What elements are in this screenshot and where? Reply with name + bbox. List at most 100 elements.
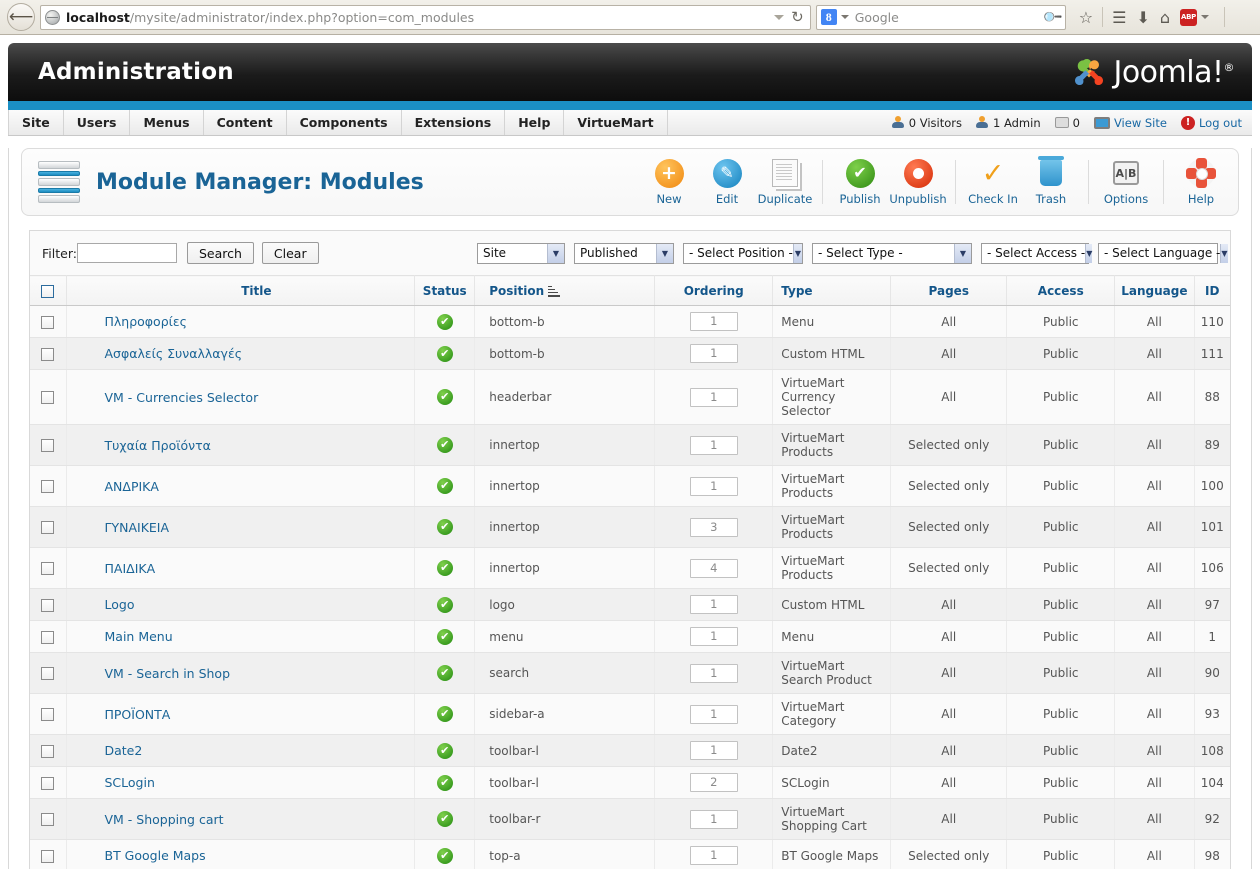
ordering-input[interactable]: 3 bbox=[689, 517, 738, 537]
row-checkbox[interactable] bbox=[41, 598, 55, 612]
row-checkbox[interactable] bbox=[41, 849, 55, 863]
published-status-icon[interactable] bbox=[436, 847, 453, 864]
module-title-link[interactable]: VM - Shopping cart bbox=[105, 812, 224, 827]
module-title-link[interactable]: VM - Currencies Selector bbox=[105, 390, 259, 405]
state-select[interactable]: Published ▼ bbox=[574, 242, 674, 264]
edit-button[interactable]: ✎ Edit bbox=[698, 158, 756, 206]
column-header-language[interactable]: Language bbox=[1114, 275, 1195, 306]
search-input[interactable] bbox=[76, 243, 177, 263]
chevron-down-icon[interactable]: ▼ bbox=[954, 243, 971, 263]
logout-label[interactable]: Log out bbox=[1199, 116, 1242, 130]
module-title-link[interactable]: Τυχαία Προϊόντα bbox=[105, 438, 211, 453]
adblock-chevron-icon[interactable] bbox=[1201, 15, 1209, 19]
client-select[interactable]: Site ▼ bbox=[477, 242, 565, 264]
search-bar[interactable]: 8 Google 🔍 bbox=[815, 4, 1066, 30]
row-checkbox[interactable] bbox=[41, 521, 55, 534]
chevron-down-icon[interactable]: ▼ bbox=[547, 243, 564, 263]
ordering-input[interactable]: 1 bbox=[689, 387, 738, 407]
published-status-icon[interactable] bbox=[436, 664, 453, 681]
published-status-icon[interactable] bbox=[436, 705, 453, 722]
module-title-link[interactable]: Date2 bbox=[105, 743, 143, 758]
row-checkbox[interactable] bbox=[41, 347, 55, 361]
module-title-link[interactable]: Main Menu bbox=[105, 629, 173, 644]
ordering-input[interactable]: 1 bbox=[689, 809, 738, 829]
row-checkbox[interactable] bbox=[41, 480, 55, 493]
row-checkbox[interactable] bbox=[41, 708, 55, 721]
row-checkbox[interactable] bbox=[41, 813, 55, 826]
column-header-pages[interactable]: Pages bbox=[890, 275, 1008, 306]
published-status-icon[interactable] bbox=[436, 388, 453, 405]
published-status-icon[interactable] bbox=[436, 628, 453, 645]
ordering-input[interactable]: 1 bbox=[689, 595, 738, 614]
row-checkbox[interactable] bbox=[41, 630, 55, 644]
menu-item-virtuemart[interactable]: VirtueMart bbox=[564, 110, 668, 135]
module-title-link[interactable]: SCLogin bbox=[105, 775, 155, 790]
ordering-input[interactable]: 1 bbox=[689, 476, 738, 496]
published-status-icon[interactable] bbox=[436, 559, 453, 576]
options-button[interactable]: A|B Options bbox=[1097, 158, 1155, 206]
logout-link[interactable]: ! Log out bbox=[1180, 115, 1242, 130]
search-button[interactable]: Search bbox=[186, 242, 254, 264]
position-select[interactable]: - Select Position - ▼ bbox=[683, 242, 803, 264]
row-checkbox[interactable] bbox=[41, 667, 55, 680]
module-title-link[interactable]: Ασφαλείς Συναλλαγές bbox=[105, 346, 243, 361]
ordering-input[interactable]: 1 bbox=[689, 704, 738, 724]
menu-item-extensions[interactable]: Extensions bbox=[402, 110, 506, 135]
published-status-icon[interactable] bbox=[436, 477, 453, 494]
published-status-icon[interactable] bbox=[436, 596, 453, 613]
menu-hamburger-icon[interactable] bbox=[1234, 10, 1251, 24]
clear-button[interactable]: Clear bbox=[261, 242, 319, 264]
menu-item-menus[interactable]: Menus bbox=[130, 110, 204, 135]
back-arrow-icon[interactable]: ⟵ bbox=[7, 3, 35, 31]
new-button[interactable]: + New bbox=[640, 158, 698, 206]
reader-list-icon[interactable]: ☰ bbox=[1112, 8, 1126, 27]
menu-item-content[interactable]: Content bbox=[204, 110, 287, 135]
chevron-down-icon[interactable]: ▼ bbox=[656, 243, 673, 263]
check-in-button[interactable]: ✓ Check In bbox=[964, 158, 1022, 207]
ordering-input[interactable]: 1 bbox=[689, 344, 738, 363]
messages-status[interactable]: 0 bbox=[1054, 116, 1080, 130]
row-checkbox[interactable] bbox=[41, 439, 55, 452]
module-title-link[interactable]: ΠΑΙΔΙΚΑ bbox=[105, 561, 156, 576]
published-status-icon[interactable] bbox=[436, 313, 453, 330]
ordering-input[interactable]: 1 bbox=[689, 435, 738, 455]
type-select[interactable]: - Select Type - ▼ bbox=[812, 242, 972, 264]
column-header-type[interactable]: Type bbox=[772, 275, 892, 306]
search-engine-chevron-icon[interactable] bbox=[840, 15, 849, 19]
view-site-label[interactable]: View Site bbox=[1114, 116, 1167, 130]
chevron-down-icon[interactable] bbox=[774, 14, 785, 20]
reload-icon[interactable]: ↻ bbox=[791, 8, 804, 26]
menu-item-site[interactable]: Site bbox=[8, 110, 64, 135]
publish-button[interactable]: ✔ Publish bbox=[831, 158, 889, 206]
search-icon[interactable]: 🔍 bbox=[1042, 6, 1064, 28]
duplicate-button[interactable]: Duplicate bbox=[756, 158, 814, 206]
column-header-title[interactable]: Title bbox=[66, 275, 416, 306]
access-select[interactable]: - Select Access - ▼ bbox=[981, 242, 1093, 264]
module-title-link[interactable]: ΠΡΟΪΟΝΤΑ bbox=[105, 707, 171, 722]
ordering-input[interactable]: 4 bbox=[689, 558, 738, 578]
view-site-link[interactable]: View Site bbox=[1093, 116, 1167, 130]
menu-item-users[interactable]: Users bbox=[64, 110, 131, 135]
language-select[interactable]: - Select Language - ▼ bbox=[1098, 242, 1228, 264]
module-title-link[interactable]: ΑΝΔΡΙΚΑ bbox=[105, 479, 159, 494]
module-title-link[interactable]: Logo bbox=[105, 597, 135, 612]
chevron-down-icon[interactable]: ▼ bbox=[792, 243, 802, 263]
chevron-down-icon[interactable]: ▼ bbox=[1220, 243, 1228, 263]
download-icon[interactable]: ⬇ bbox=[1136, 8, 1149, 27]
row-checkbox[interactable] bbox=[41, 562, 55, 575]
published-status-icon[interactable] bbox=[436, 436, 453, 453]
published-status-icon[interactable] bbox=[436, 518, 453, 535]
help-button[interactable]: Help bbox=[1172, 158, 1230, 206]
menu-item-components[interactable]: Components bbox=[287, 110, 402, 135]
ordering-input[interactable]: 1 bbox=[689, 663, 738, 683]
ordering-input[interactable]: 1 bbox=[689, 312, 738, 331]
column-header-status[interactable]: Status bbox=[414, 275, 476, 306]
bookmark-star-icon[interactable]: ☆ bbox=[1079, 8, 1093, 27]
search-input[interactable]: Google bbox=[855, 10, 899, 25]
module-title-link[interactable]: Πληροφορίες bbox=[105, 314, 187, 329]
published-status-icon[interactable] bbox=[436, 345, 453, 362]
ordering-input[interactable]: 1 bbox=[689, 741, 738, 760]
published-status-icon[interactable] bbox=[436, 774, 453, 791]
row-checkbox[interactable] bbox=[41, 315, 55, 329]
module-title-link[interactable]: ΓΥΝΑΙΚΕΙΑ bbox=[105, 520, 170, 535]
